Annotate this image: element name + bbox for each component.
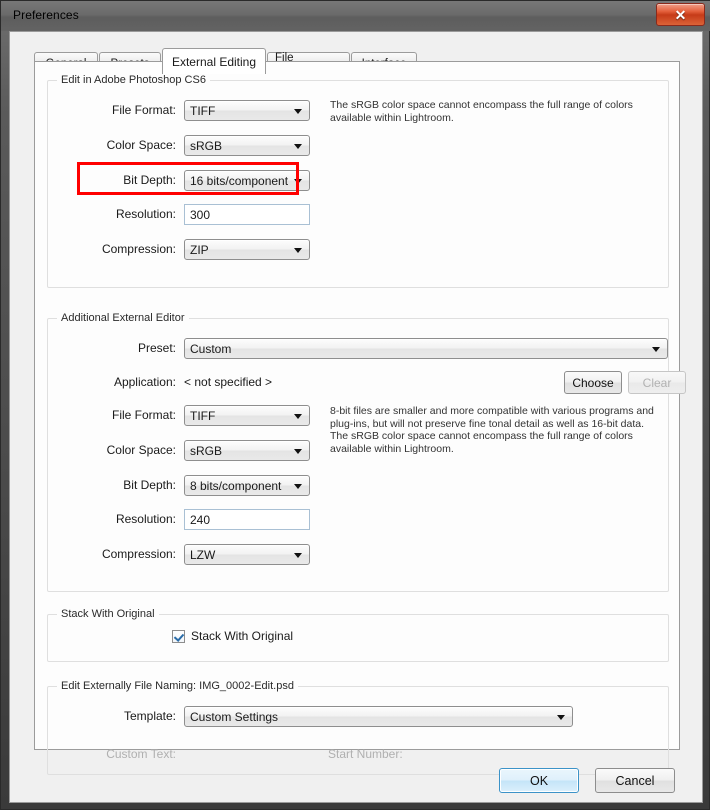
chevron-down-icon — [652, 347, 660, 352]
combo-color-space-1-value: sRGB — [190, 139, 223, 153]
combo-bit-depth-2[interactable]: 8 bits/component — [184, 475, 310, 496]
group-file-naming-legend: Edit Externally File Naming: IMG_0002-Ed… — [57, 680, 298, 692]
combo-color-space-1[interactable]: sRGB — [184, 135, 310, 156]
window-title: Preferences — [13, 8, 79, 22]
preferences-window: Preferences ✕ General Presets External E… — [0, 0, 710, 810]
combo-template-value: Custom Settings — [190, 710, 279, 724]
label-compression-1: Compression: — [101, 242, 176, 256]
combo-bit-depth-1-value: 16 bits/component — [190, 174, 289, 188]
combo-template[interactable]: Custom Settings — [184, 706, 573, 727]
close-button[interactable]: ✕ — [656, 3, 705, 26]
tab-external-editing[interactable]: External Editing — [162, 48, 266, 74]
choose-button-label: Choose — [572, 375, 614, 390]
ok-button-label: OK — [529, 773, 549, 788]
combo-compression-1[interactable]: ZIP — [184, 239, 310, 260]
chevron-down-icon — [294, 553, 302, 558]
value-application: < not specified > — [184, 375, 273, 389]
group-additional-external-editor: Additional External Editor Preset: Custo… — [47, 312, 686, 592]
help-text-photoshop: The sRGB color space cannot encompass th… — [330, 99, 633, 124]
dialog-client-area: General Presets External Editing File Ha… — [9, 31, 703, 803]
clear-button-label: Clear — [642, 375, 672, 390]
combo-file-format-2[interactable]: TIFF — [184, 405, 310, 426]
label-file-format-1: File Format: — [111, 103, 176, 117]
label-compression-2: Compression: — [101, 547, 176, 561]
label-application: Application: — [113, 375, 176, 389]
combo-color-space-2[interactable]: sRGB — [184, 440, 310, 461]
chevron-down-icon — [294, 248, 302, 253]
ok-button[interactable]: OK — [499, 768, 579, 793]
group-additional-external-editor-legend: Additional External Editor — [57, 312, 189, 324]
label-color-space-1: Color Space: — [106, 138, 176, 152]
choose-button[interactable]: Choose — [564, 371, 622, 394]
combo-file-format-1-value: TIFF — [190, 104, 216, 118]
label-resolution-1: Resolution: — [115, 207, 176, 221]
label-start-number: Start Number: — [328, 747, 403, 761]
chevron-down-icon — [557, 715, 565, 720]
label-preset: Preset: — [137, 341, 176, 355]
title-bar: Preferences ✕ — [1, 1, 710, 31]
input-resolution-1[interactable]: 300 — [184, 204, 310, 225]
checkbox-stack-with-original-label: Stack With Original — [191, 629, 294, 643]
label-resolution-2: Resolution: — [115, 512, 176, 526]
input-resolution-1-value: 300 — [190, 208, 211, 222]
label-file-format-2: File Format: — [111, 408, 176, 422]
chevron-down-icon — [294, 109, 302, 114]
combo-file-format-2-value: TIFF — [190, 409, 216, 423]
close-icon: ✕ — [674, 6, 687, 23]
label-bit-depth-2: Bit Depth: — [123, 478, 176, 492]
cancel-button-label: Cancel — [615, 773, 655, 788]
help-text-additional-editor: 8-bit files are smaller and more compati… — [330, 405, 654, 455]
combo-bit-depth-2-value: 8 bits/component — [190, 479, 282, 493]
cancel-button[interactable]: Cancel — [595, 768, 675, 793]
input-resolution-2-value: 240 — [190, 513, 211, 527]
combo-bit-depth-1[interactable]: 16 bits/component — [184, 170, 310, 191]
chevron-down-icon — [294, 179, 302, 184]
group-file-naming: Edit Externally File Naming: IMG_0002-Ed… — [47, 680, 669, 775]
label-custom-text: Custom Text: — [106, 747, 176, 761]
label-bit-depth-1: Bit Depth: — [123, 173, 176, 187]
chevron-down-icon — [294, 414, 302, 419]
combo-preset[interactable]: Custom — [184, 338, 668, 359]
label-template: Template: — [123, 709, 176, 723]
group-stack-with-original-legend: Stack With Original — [57, 608, 159, 620]
checkmark-icon — [172, 629, 185, 643]
combo-compression-2[interactable]: LZW — [184, 544, 310, 565]
combo-compression-2-value: LZW — [190, 548, 216, 562]
checkbox-stack-with-original[interactable]: Stack With Original — [172, 629, 293, 643]
group-stack-with-original: Stack With Original Stack With Original — [47, 608, 669, 662]
chevron-down-icon — [294, 449, 302, 454]
group-edit-in-photoshop: Edit in Adobe Photoshop CS6 File Format:… — [47, 74, 669, 288]
combo-color-space-2-value: sRGB — [190, 444, 223, 458]
combo-compression-1-value: ZIP — [190, 243, 209, 257]
clear-button[interactable]: Clear — [628, 371, 686, 394]
combo-file-format-1[interactable]: TIFF — [184, 100, 310, 121]
input-resolution-2[interactable]: 240 — [184, 509, 310, 530]
chevron-down-icon — [294, 484, 302, 489]
tab-external-editing-label: External Editing — [171, 54, 257, 69]
tab-panel-external-editing: Edit in Adobe Photoshop CS6 File Format:… — [34, 61, 686, 775]
combo-preset-value: Custom — [190, 342, 232, 356]
group-edit-in-photoshop-legend: Edit in Adobe Photoshop CS6 — [57, 74, 210, 86]
label-color-space-2: Color Space: — [106, 443, 176, 457]
chevron-down-icon — [294, 144, 302, 149]
